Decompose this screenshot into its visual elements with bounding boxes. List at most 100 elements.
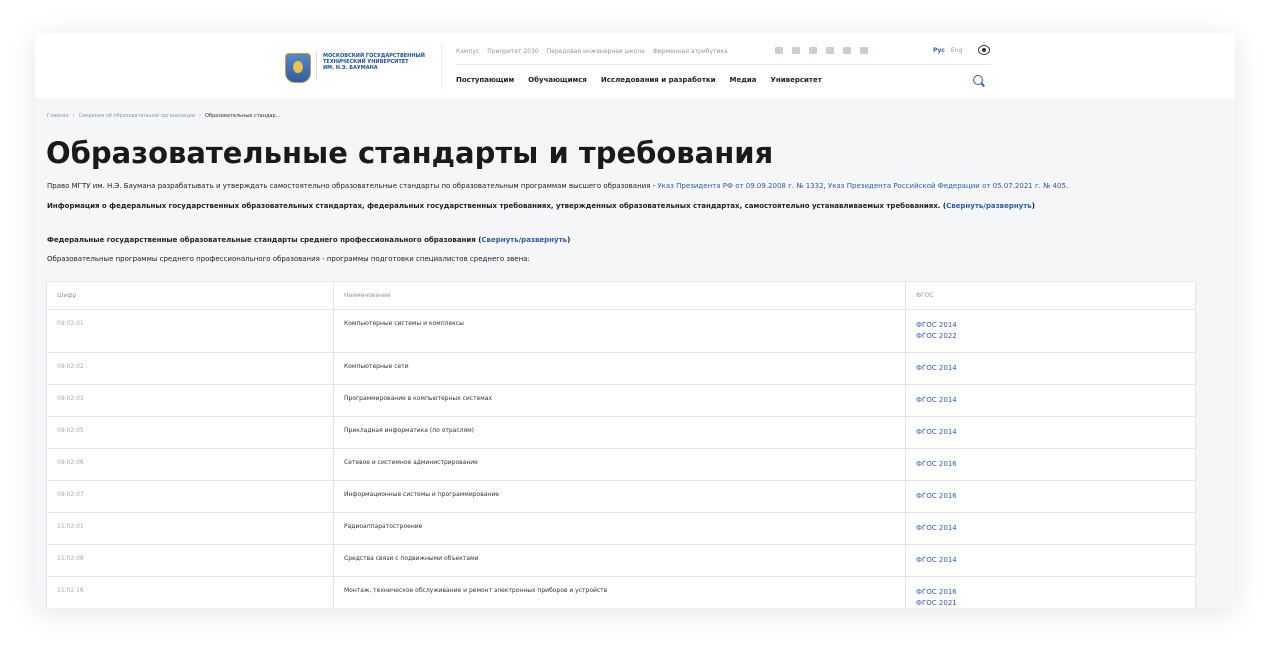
fgos-info-text: Информация о федеральных государственных… <box>47 202 947 210</box>
top-link-priority-2030[interactable]: Приоритет 2030 <box>487 48 538 55</box>
fgos-info-paragraph: Информация о федеральных государственных… <box>47 202 1035 210</box>
rutube-icon[interactable] <box>826 47 834 54</box>
social-links <box>775 47 868 54</box>
fgos-link[interactable]: ФГОС 2014 <box>916 427 1183 438</box>
page-title: Образовательные стандарты и требования <box>46 136 774 170</box>
table-row: 09.02.06 Сетевое и системное администрир… <box>47 448 1195 480</box>
row-name: Средства связи с подвижными объектами <box>334 545 906 576</box>
vk-icon[interactable] <box>792 47 800 54</box>
nav-divider <box>456 64 991 65</box>
main-nav: Поступающим Обучающимся Исследования и р… <box>456 76 822 84</box>
dzen-icon[interactable] <box>860 47 868 54</box>
table-row: 09.02.01 Компьютерные системы и комплекс… <box>47 309 1195 352</box>
row-code: 09.02.06 <box>47 449 334 480</box>
row-code: 11.02.08 <box>47 545 334 576</box>
breadcrumb-separator: › <box>72 113 75 119</box>
row-name: Монтаж, техническое обслуживание и ремон… <box>334 577 906 608</box>
nav-university[interactable]: Университет <box>771 76 822 84</box>
table-row: 09.02.07 Информационные системы и програ… <box>47 480 1195 512</box>
row-name: Прикладная информатика (по отраслям) <box>334 417 906 448</box>
decree-2008-link[interactable]: Указ Президента РФ от 09.09.2008 г. № 13… <box>657 182 823 190</box>
spo-standards-toggle-link[interactable]: Свернуть/развернуть <box>481 236 567 244</box>
row-name: Компьютерные системы и комплексы <box>334 310 906 352</box>
table-row: 09.02.03 Программирование в компьютерных… <box>47 384 1195 416</box>
rights-end: . <box>1065 182 1069 190</box>
table-row: 09.02.02 Компьютерные сети ФГОС 2014 <box>47 352 1195 384</box>
row-fgos: ФГОС 2016 <box>906 481 1193 512</box>
row-code: 09.02.03 <box>47 385 334 416</box>
accessibility-eye-icon[interactable] <box>978 45 990 55</box>
breadcrumb: Главная › Сведения об образовательной ор… <box>47 113 280 119</box>
university-emblem-logo[interactable] <box>285 53 311 83</box>
table-row: 11.02.01 Радиоаппаратостроение ФГОС 2014 <box>47 512 1195 544</box>
row-code: 11.02.16 <box>47 577 334 608</box>
fgos-info-toggle-link[interactable]: Свернуть/развернуть <box>946 202 1032 210</box>
fgos-link[interactable]: ФГОС 2016 <box>916 459 1183 470</box>
site-header: МОСКОВСКИЙ ГОСУДАРСТВЕННЫЙ ТЕХНИЧЕСКИЙ У… <box>35 33 1235 98</box>
page-card: МОСКОВСКИЙ ГОСУДАРСТВЕННЫЙ ТЕХНИЧЕСКИЙ У… <box>35 33 1235 608</box>
university-name-line: ИМ. Н.Э. БАУМАНА <box>323 65 378 71</box>
header-divider <box>441 43 442 89</box>
table-row: 11.02.16 Монтаж, техническое обслуживани… <box>47 576 1195 608</box>
telegram-icon[interactable] <box>809 47 817 54</box>
header-fgos: ФГОС <box>916 292 934 299</box>
row-fgos: ФГОС 2014 <box>906 545 1193 576</box>
row-fgos: ФГОС 2016 <box>906 449 1193 480</box>
university-name[interactable]: МОСКОВСКИЙ ГОСУДАРСТВЕННЫЙ ТЕХНИЧЕСКИЙ У… <box>323 53 425 71</box>
row-fgos: ФГОС 2014 <box>906 417 1193 448</box>
lang-en[interactable]: Eng <box>951 47 962 54</box>
row-fgos: ФГОС 2014 <box>906 353 1193 384</box>
breadcrumb-section[interactable]: Сведения об образовательной организации <box>79 113 195 119</box>
row-name: Компьютерные сети <box>334 353 906 384</box>
standards-table: Шифр Наименование ФГОС 09.02.01 Компьюте… <box>46 281 1196 608</box>
fgos-link[interactable]: ФГОС 2021 <box>916 598 1183 608</box>
fgos-link[interactable]: ФГОС 2016 <box>916 587 1183 598</box>
table-row: 09.02.05 Прикладная информатика (по отра… <box>47 416 1195 448</box>
row-code: 09.02.07 <box>47 481 334 512</box>
language-switcher: Рус Eng <box>933 47 962 54</box>
rights-text: Право МГТУ им. Н.Э. Баумана разрабатыват… <box>47 182 658 190</box>
row-name: Сетевое и системное администрирование <box>334 449 906 480</box>
lang-ru[interactable]: Рус <box>933 47 945 54</box>
row-fgos: ФГОС 2014 ФГОС 2022 <box>906 310 1193 352</box>
header-code: Шифр <box>47 282 334 309</box>
fgos-link[interactable]: ФГОС 2014 <box>916 555 1183 566</box>
fgos-link[interactable]: ФГОС 2022 <box>916 331 1183 342</box>
fgos-link[interactable]: ФГОС 2016 <box>916 491 1183 502</box>
youtube-icon[interactable] <box>775 47 783 54</box>
fgos-link[interactable]: ФГОС 2014 <box>916 320 1183 331</box>
row-code: 11.02.01 <box>47 513 334 544</box>
ok-icon[interactable] <box>843 47 851 54</box>
spo-standards-end: ) <box>567 236 571 244</box>
row-name: Программирование в компьютерных системах <box>334 385 906 416</box>
row-fgos: ФГОС 2016 ФГОС 2021 <box>906 577 1193 608</box>
nav-media[interactable]: Медиа <box>730 76 757 84</box>
row-code: 09.02.01 <box>47 310 334 352</box>
header-name: Наименование <box>334 282 906 309</box>
table-header-row: Шифр Наименование ФГОС <box>47 282 1195 309</box>
breadcrumb-current: Образовательные стандар... <box>204 113 281 119</box>
fgos-link[interactable]: ФГОС 2014 <box>916 523 1183 534</box>
breadcrumb-home[interactable]: Главная <box>47 113 69 119</box>
nav-applicants[interactable]: Поступающим <box>456 76 514 84</box>
row-code: 09.02.02 <box>47 353 334 384</box>
logo-divider <box>316 51 317 81</box>
spo-programs-text: Образовательные программы среднего профе… <box>47 255 530 263</box>
top-links: Кампус Приоритет 2030 Передовая инженерн… <box>456 48 728 55</box>
row-name: Радиоаппаратостроение <box>334 513 906 544</box>
top-link-engineering-school[interactable]: Передовая инженерная школа <box>547 48 645 55</box>
table-row: 11.02.08 Средства связи с подвижными объ… <box>47 544 1195 576</box>
decree-2021-link[interactable]: Указ Президента Российской Федерации от … <box>828 182 1066 190</box>
fgos-info-end: ) <box>1031 202 1035 210</box>
top-link-campus[interactable]: Кампус <box>456 48 479 55</box>
row-fgos: ФГОС 2014 <box>906 385 1193 416</box>
row-code: 09.02.05 <box>47 417 334 448</box>
row-fgos: ФГОС 2014 <box>906 513 1193 544</box>
nav-research[interactable]: Исследования и разработки <box>601 76 716 84</box>
spo-standards-text: Федеральные государственные образователь… <box>47 236 482 244</box>
nav-students[interactable]: Обучающимся <box>528 76 587 84</box>
search-icon[interactable] <box>973 75 983 85</box>
top-link-brand-attributes[interactable]: Фирменная атрибутика <box>653 48 728 55</box>
fgos-link[interactable]: ФГОС 2014 <box>916 363 1183 374</box>
fgos-link[interactable]: ФГОС 2014 <box>916 395 1183 406</box>
